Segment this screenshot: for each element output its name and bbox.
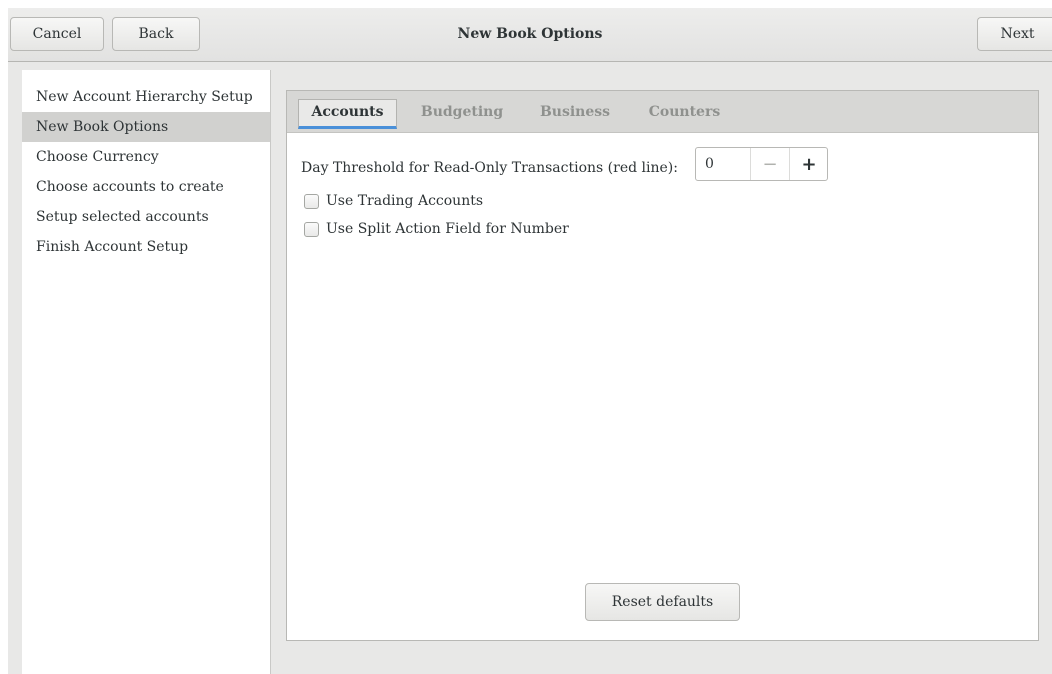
next-button[interactable]: Next	[977, 17, 1052, 51]
sidebar-item-choose-accounts-to-create[interactable]: Choose accounts to create	[22, 172, 270, 202]
use-trading-accounts-label: Use Trading Accounts	[326, 193, 484, 209]
sidebar-item-new-account-hierarchy-setup[interactable]: New Account Hierarchy Setup	[22, 82, 270, 112]
use-split-action-checkbox[interactable]	[304, 221, 319, 237]
sidebar-item-setup-selected-accounts[interactable]: Setup selected accounts	[22, 202, 270, 232]
sidebar-item-new-book-options[interactable]: New Book Options	[22, 112, 270, 142]
tab-budgeting[interactable]: Budgeting	[417, 99, 507, 129]
sidebar-item-choose-currency[interactable]: Choose Currency	[22, 142, 270, 172]
threshold-input[interactable]	[696, 148, 750, 180]
header-bar: Cancel Back New Book Options Next	[8, 8, 1052, 62]
options-notebook: Accounts Budgeting Business Counters Day…	[286, 90, 1039, 641]
use-split-action-option[interactable]: Use Split Action Field for Number	[304, 219, 569, 239]
assistant-window: Cancel Back New Book Options Next New Ac…	[8, 8, 1052, 674]
use-split-action-label: Use Split Action Field for Number	[326, 221, 569, 237]
tab-bar: Accounts Budgeting Business Counters	[287, 91, 1038, 133]
window-title: New Book Options	[457, 26, 603, 42]
use-trading-accounts-option[interactable]: Use Trading Accounts	[304, 191, 483, 211]
sidebar-item-finish-account-setup[interactable]: Finish Account Setup	[22, 232, 270, 262]
tab-business[interactable]: Business	[535, 99, 615, 129]
sidebar-top-spacer	[22, 70, 270, 82]
use-trading-accounts-checkbox[interactable]	[304, 193, 319, 209]
decrement-button[interactable]: −	[750, 148, 789, 180]
increment-button[interactable]: +	[789, 148, 828, 180]
step-sidebar: New Account Hierarchy Setup New Book Opt…	[22, 70, 271, 674]
threshold-spinbutton: − +	[695, 147, 828, 181]
threshold-label: Day Threshold for Read-Only Transactions…	[301, 160, 678, 176]
tab-counters[interactable]: Counters	[642, 99, 727, 129]
reset-defaults-button[interactable]: Reset defaults	[585, 583, 740, 621]
tab-accounts[interactable]: Accounts	[298, 99, 397, 129]
